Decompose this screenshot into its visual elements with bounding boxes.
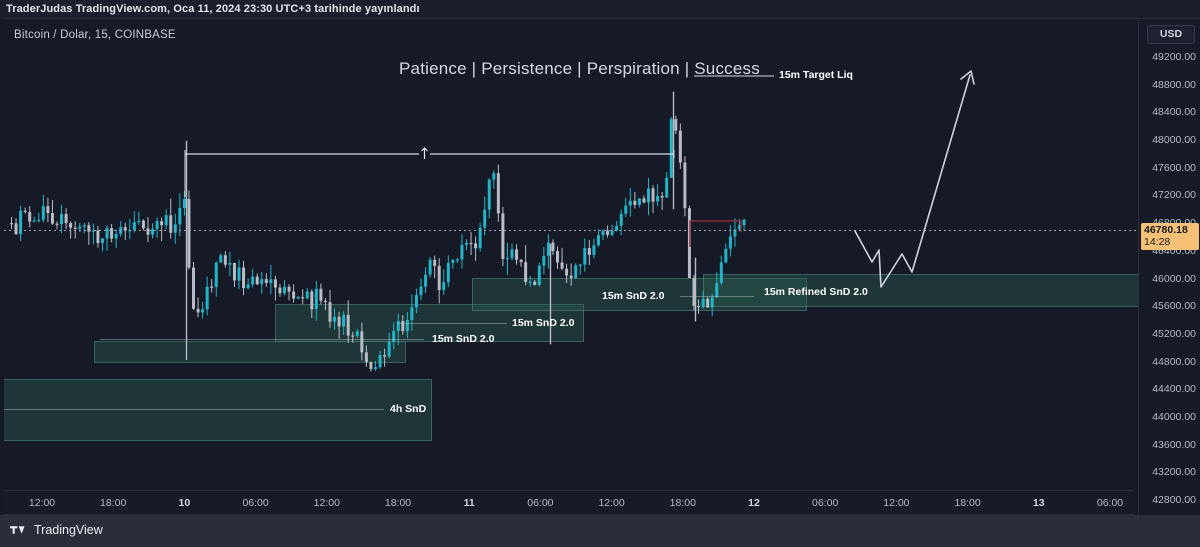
time-tick: 18:00 — [384, 497, 412, 509]
current-price-badge: 46780.18 14:28 — [1141, 223, 1199, 250]
publication-bar: TraderJudas TradingView.com, Oca 11, 202… — [0, 0, 1200, 18]
time-tick: 12 — [748, 497, 760, 509]
time-tick: 11 — [463, 497, 475, 509]
measure-tool-drawing[interactable] — [4, 19, 1138, 491]
price-tick: 47200.00 — [1152, 189, 1196, 202]
time-tick: 06:00 — [527, 497, 554, 509]
price-tick: 48000.00 — [1152, 134, 1196, 147]
time-tick: 12:00 — [28, 497, 56, 509]
price-tick: 44000.00 — [1152, 410, 1196, 423]
time-tick: 12:00 — [598, 497, 625, 509]
time-scale[interactable]: 12:00 18:00 10 06:00 12:00 18:00 11 06:00 12:00 1… — [4, 490, 1134, 515]
price-tick: 44400.00 — [1152, 383, 1196, 396]
time-tick: 13 — [1032, 497, 1045, 509]
headline-text[interactable]: Patience | Persistence | Perspiration | … — [399, 59, 760, 79]
footer-bar: TradingView — [0, 515, 1200, 547]
tradingview-logo[interactable]: TradingView — [10, 523, 103, 537]
currency-badge[interactable]: USD — [1147, 25, 1195, 44]
time-tick: 18:00 — [669, 497, 696, 509]
time-tick: 06:00 — [1096, 497, 1124, 509]
price-tick: 48800.00 — [1152, 78, 1196, 91]
price-scale[interactable]: USD 49200.00 48800.00 48400.00 48000.00 4760… — [1138, 19, 1200, 516]
time-tick: 18:00 — [954, 497, 981, 509]
price-tick: 48400.00 — [1152, 106, 1196, 119]
time-tick: 10 — [178, 497, 191, 509]
price-tick: 42800.00 — [1152, 494, 1196, 506]
price-tick: 45600.00 — [1152, 300, 1196, 313]
target-liq-label: 15m Target Liq — [779, 69, 853, 81]
current-price-time: 14:28 — [1144, 235, 1171, 248]
price-tick: 46000.00 — [1152, 272, 1196, 285]
price-tick: 47600.00 — [1152, 161, 1196, 174]
time-tick: 12:00 — [883, 497, 910, 509]
price-tick: 43200.00 — [1152, 466, 1196, 479]
chart-pane[interactable]: Bitcoin / Dolar, 15, COINBASE Patience |… — [4, 19, 1138, 491]
current-price-value: 46780.18 — [1144, 224, 1188, 236]
price-tick: 44800.00 — [1152, 355, 1196, 368]
price-tick: 43600.00 — [1152, 438, 1196, 451]
chart-frame: Bitcoin / Dolar, 15, COINBASE Patience |… — [4, 18, 1200, 516]
time-tick: 06:00 — [242, 497, 269, 509]
chart-legend[interactable]: Bitcoin / Dolar, 15, COINBASE — [14, 29, 176, 41]
price-tick: 45200.00 — [1152, 327, 1196, 340]
time-tick: 06:00 — [812, 497, 839, 509]
tradingview-mark-icon — [10, 526, 25, 534]
tradingview-wordmark: TradingView — [34, 523, 103, 537]
time-tick: 18:00 — [100, 497, 127, 509]
price-tick: 49200.00 — [1152, 51, 1196, 63]
time-tick: 12:00 — [313, 497, 340, 509]
